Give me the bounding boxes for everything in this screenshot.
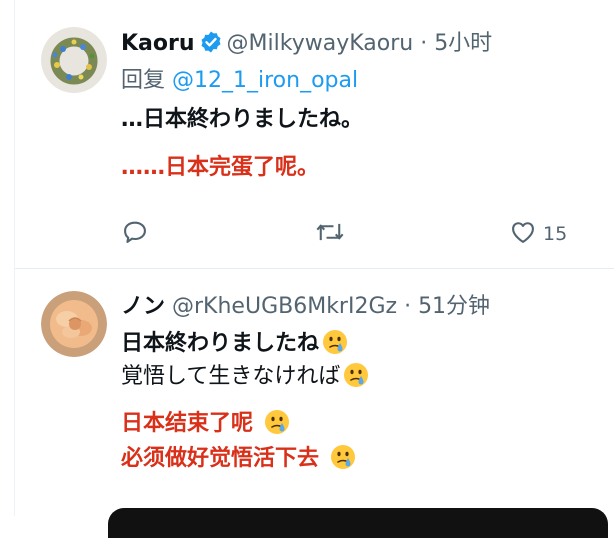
- translation-text: 必须做好觉悟活下去: [121, 446, 327, 471]
- tweet-header: Kaoru @MilkywayKaoru · 5小时: [121, 30, 492, 62]
- reply-label: 回复: [121, 68, 166, 93]
- translation-line-2: 必须做好觉悟活下去: [121, 443, 357, 480]
- like-button[interactable]: 15: [509, 220, 567, 248]
- tweet-text: …日本終わりましたね。: [121, 107, 364, 132]
- translation-text: 日本结束了呢: [121, 411, 261, 436]
- media-preview[interactable]: [108, 508, 608, 538]
- tweet-text: 日本終わりましたね: [121, 331, 320, 356]
- tweet-non[interactable]: ノン @rKheUGB6MkrI2Gz · 51分钟 日本終わりましたね 覚悟し…: [15, 269, 614, 516]
- avatar[interactable]: [41, 291, 107, 357]
- like-count: 15: [543, 223, 568, 245]
- comment-icon: [121, 218, 149, 250]
- retweet-button[interactable]: [315, 220, 345, 248]
- avatar[interactable]: [41, 27, 107, 93]
- tweet-text-line-2: 覚悟して生きなければ: [121, 361, 370, 398]
- user-handle[interactable]: @rKheUGB6MkrI2Gz: [172, 294, 397, 319]
- verified-badge-icon: [199, 30, 223, 62]
- heart-icon: [509, 218, 537, 250]
- separator-dot: ·: [404, 294, 412, 319]
- crying-face-icon: [263, 408, 291, 445]
- reply-mention-link[interactable]: @12_1_iron_opal: [172, 68, 358, 93]
- tweet-text-line-1: 日本終わりましたね: [121, 328, 349, 365]
- retweet-icon: [315, 218, 345, 250]
- timeline: Kaoru @MilkywayKaoru · 5小时 回复 @12_1_iron_…: [14, 0, 614, 516]
- display-name[interactable]: Kaoru: [121, 31, 195, 56]
- timestamp[interactable]: 5小时: [434, 31, 492, 56]
- translation-text: ……日本完蛋了呢。: [121, 155, 320, 180]
- user-handle[interactable]: @MilkywayKaoru: [227, 31, 414, 56]
- reply-button[interactable]: [121, 220, 149, 248]
- tweet-kaoru[interactable]: Kaoru @MilkywayKaoru · 5小时 回复 @12_1_iron_…: [15, 0, 614, 269]
- display-name[interactable]: ノン: [121, 294, 165, 319]
- crying-face-icon: [329, 443, 357, 480]
- crying-face-icon: [342, 361, 370, 398]
- tweet-header: ノン @rKheUGB6MkrI2Gz · 51分钟: [121, 293, 490, 321]
- timestamp[interactable]: 51分钟: [418, 294, 490, 319]
- translation-line-1: 日本结束了呢: [121, 408, 291, 445]
- reply-context: 回复 @12_1_iron_opal: [121, 67, 358, 95]
- crying-face-icon: [321, 328, 349, 365]
- tweet-text: 覚悟して生きなければ: [121, 364, 341, 389]
